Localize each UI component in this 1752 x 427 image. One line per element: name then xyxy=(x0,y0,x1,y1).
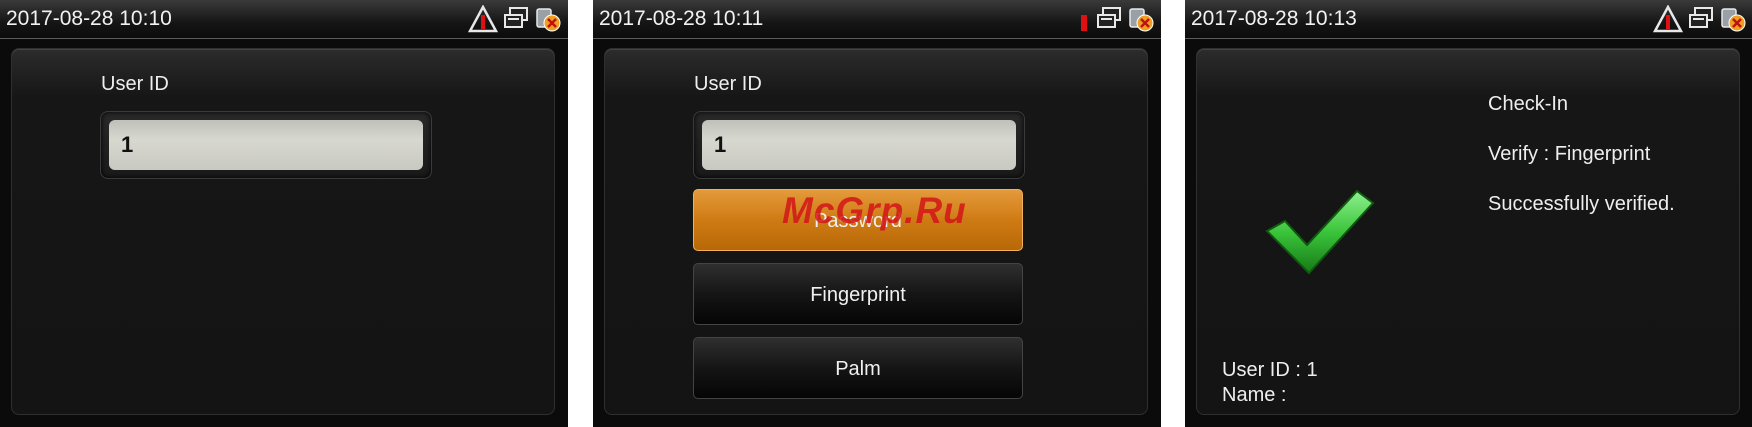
status-bar: 2017-08-28 10:13 xyxy=(1185,0,1752,39)
content-panel: User ID 1 xyxy=(11,48,555,415)
user-id-input-frame: 1 xyxy=(693,111,1025,179)
status-time: 2017-08-28 10:10 xyxy=(6,7,172,30)
user-id-input[interactable]: 1 xyxy=(109,120,423,170)
content-panel: Check-In Verify : Fingerprint Successful… xyxy=(1196,48,1740,415)
palm-option-button[interactable]: Palm xyxy=(693,337,1023,399)
status-time: 2017-08-28 10:11 xyxy=(599,7,764,30)
status-icons xyxy=(468,4,562,34)
warning-alert-icon xyxy=(468,5,498,33)
usb-disconnected-icon xyxy=(536,8,561,32)
warning-alert-icon xyxy=(1653,5,1683,33)
verify-method: Verify : Fingerprint xyxy=(1488,143,1651,165)
watermark: McGrp.Ru xyxy=(782,190,967,231)
verification-message: Successfully verified. xyxy=(1488,193,1675,215)
fingerprint-option-button[interactable]: Fingerprint xyxy=(693,263,1023,325)
user-id-info: User ID : 1 xyxy=(1222,359,1318,381)
status-time: 2017-08-28 10:13 xyxy=(1191,7,1357,30)
network-icon xyxy=(1689,7,1713,28)
alert-exclamation-icon xyxy=(1081,15,1087,31)
network-icon xyxy=(504,7,528,28)
user-id-label: User ID xyxy=(101,73,169,95)
usb-disconnected-icon xyxy=(1721,8,1746,32)
status-bar: 2017-08-28 10:11 xyxy=(593,0,1161,39)
device-screen-verification-result: 2017-08-28 10:13 Check-In Verify: Finge… xyxy=(1185,0,1752,427)
user-id-input-frame: 1 xyxy=(100,111,432,179)
device-screen-user-id-entry: 2017-08-28 10:10 User ID 1 xyxy=(0,0,568,427)
checkmark-icon xyxy=(1265,189,1375,275)
status-bar: 2017-08-28 10:10 xyxy=(0,0,568,39)
user-id-label: User ID xyxy=(694,73,762,95)
status-icons xyxy=(1653,4,1747,34)
network-icon xyxy=(1097,7,1121,28)
device-screen-verify-mode: 2017-08-28 10:11 User ID 1 Password Fing… xyxy=(593,0,1161,427)
attendance-state: Check-In xyxy=(1488,93,1569,115)
status-icons xyxy=(1077,4,1155,34)
name-info: Name : xyxy=(1222,384,1287,406)
usb-disconnected-icon xyxy=(1129,8,1154,32)
user-id-input[interactable]: 1 xyxy=(702,120,1016,170)
